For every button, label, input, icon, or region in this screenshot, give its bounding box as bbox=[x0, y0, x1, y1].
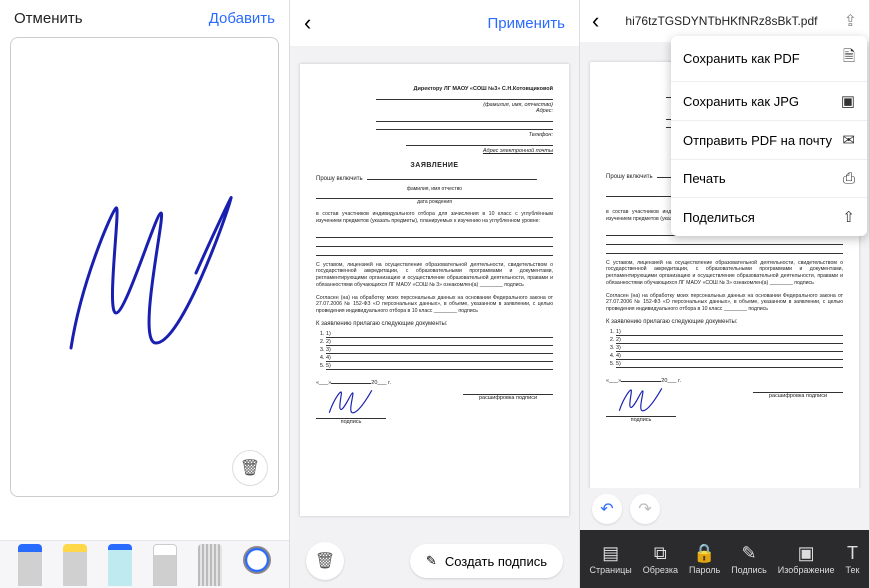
add-button[interactable]: Добавить bbox=[209, 10, 275, 27]
eraser-tool[interactable] bbox=[153, 544, 177, 586]
menu-send-mail[interactable]: Отправить PDF на почту✉ bbox=[671, 121, 867, 160]
tab-pages[interactable]: ▤Страницы bbox=[589, 544, 631, 575]
color-picker[interactable] bbox=[243, 546, 271, 574]
undo-icon: ↶ bbox=[600, 499, 613, 519]
image-icon: ▣ bbox=[841, 92, 855, 110]
tab-sign[interactable]: ✎Подпись bbox=[731, 544, 767, 575]
placed-signature bbox=[616, 386, 666, 414]
print-icon: ⎙ bbox=[843, 170, 855, 187]
drawing-toolbar bbox=[0, 540, 289, 588]
text-icon: T bbox=[847, 544, 858, 562]
image-icon: ▣ bbox=[798, 544, 815, 562]
create-signature-button[interactable]: ✎ Создать подпись bbox=[410, 544, 563, 578]
signature-drawing bbox=[61, 193, 241, 353]
placed-signature bbox=[326, 388, 376, 416]
sign-icon: ✎ bbox=[741, 544, 756, 562]
signature-canvas[interactable]: 🗑 bbox=[10, 37, 279, 497]
marker-tool[interactable] bbox=[108, 544, 132, 586]
trash-icon: 🗑 bbox=[240, 458, 260, 478]
pen-tool[interactable] bbox=[18, 544, 42, 586]
tab-image[interactable]: ▣Изображение bbox=[778, 544, 835, 575]
delete-signature-button[interactable]: 🗑 bbox=[232, 450, 268, 486]
apply-button[interactable]: Применить bbox=[487, 15, 565, 32]
filename: hi76tzTGSDYNTbHKfNRz8sBkT.pdf bbox=[609, 14, 833, 28]
mail-icon: ✉ bbox=[842, 131, 855, 149]
highlighter-tool[interactable] bbox=[63, 544, 87, 586]
cancel-button[interactable]: Отменить bbox=[14, 10, 83, 27]
menu-save-pdf[interactable]: Сохранить как PDF🗎 bbox=[671, 36, 867, 82]
tab-password[interactable]: 🔒Пароль bbox=[689, 544, 720, 575]
back-button[interactable]: ‹ bbox=[304, 10, 311, 36]
delete-button[interactable]: 🗑 bbox=[306, 542, 344, 580]
export-button[interactable]: ⇪ bbox=[844, 11, 857, 31]
pen-icon: ✎ bbox=[426, 553, 437, 569]
menu-share[interactable]: Поделиться⇧ bbox=[671, 198, 867, 236]
doc-title: ЗАЯВЛЕНИЕ bbox=[316, 162, 553, 169]
bottom-toolbar: ▤Страницы ⧉Обрезка 🔒Пароль ✎Подпись ▣Изо… bbox=[580, 530, 869, 588]
undo-button[interactable]: ↶ bbox=[592, 494, 622, 524]
redo-button[interactable]: ↷ bbox=[630, 494, 660, 524]
tab-crop[interactable]: ⧉Обрезка bbox=[643, 544, 678, 575]
export-menu: Сохранить как PDF🗎 Сохранить как JPG▣ От… bbox=[671, 36, 867, 236]
redo-icon: ↷ bbox=[638, 499, 651, 519]
crop-icon: ⧉ bbox=[654, 544, 667, 562]
menu-save-jpg[interactable]: Сохранить как JPG▣ bbox=[671, 82, 867, 121]
tab-text[interactable]: TТек bbox=[845, 544, 859, 575]
pdf-icon: 🗎 bbox=[843, 46, 855, 71]
menu-print[interactable]: Печать⎙ bbox=[671, 160, 867, 198]
lock-icon: 🔒 bbox=[693, 544, 715, 562]
pages-icon: ▤ bbox=[602, 544, 619, 562]
ruler-tool[interactable] bbox=[198, 544, 222, 586]
doc-header: Директору ЛГ МАОУ «СОШ №3» С.Н.Котовщико… bbox=[406, 86, 553, 92]
share-icon: ⇧ bbox=[842, 208, 855, 226]
document-page[interactable]: Директору ЛГ МАОУ «СОШ №3» С.Н.Котовщико… bbox=[300, 64, 569, 516]
trash-icon: 🗑 bbox=[315, 551, 335, 571]
back-button[interactable]: ‹ bbox=[592, 8, 599, 34]
